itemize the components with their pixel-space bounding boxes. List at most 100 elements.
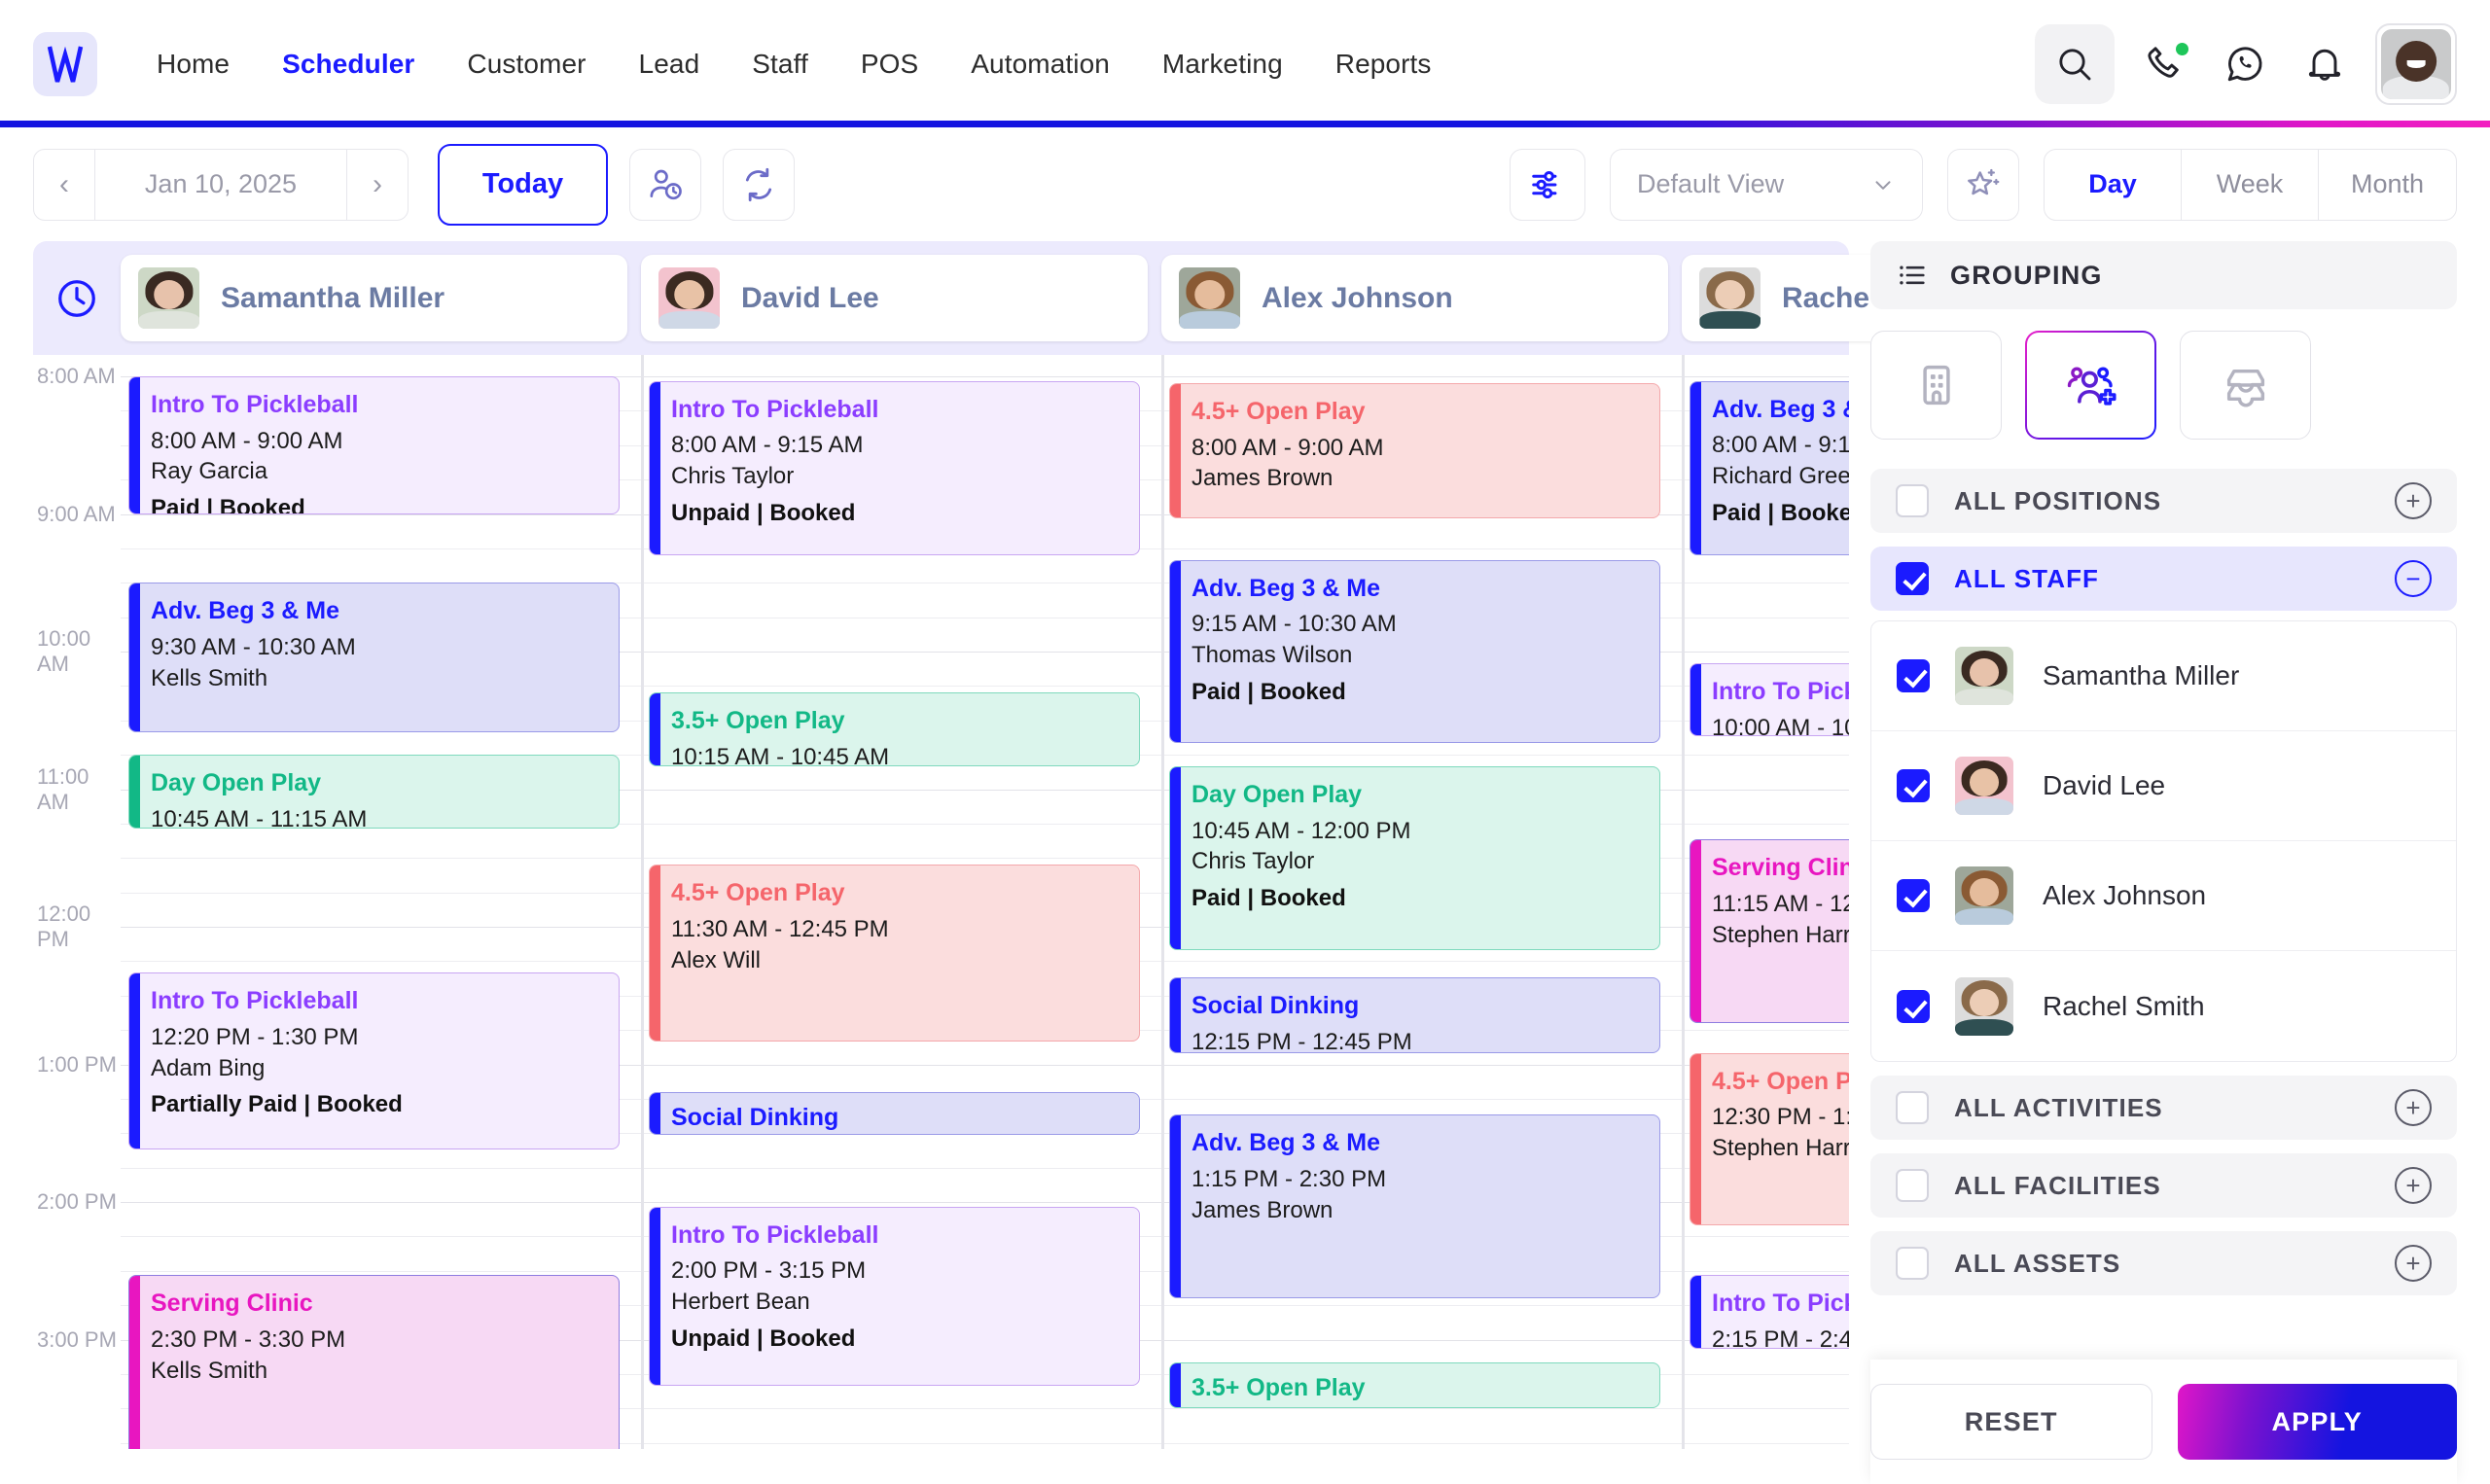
calendar-event[interactable]: 3.5+ Open Play 10:15 AM - 10:45 AM [649,692,1140,766]
calendar-event[interactable]: 4.5+ Open Play 11:30 AM - 12:45 PM Alex Wi… [649,865,1140,1042]
calendar-event[interactable]: Day Open Play 10:45 AM - 11:15 AM [128,755,620,829]
group-expand-toggle[interactable]: + [2395,482,2432,519]
event-title: Day Open Play [151,769,322,797]
nav-link-automation[interactable]: Automation [944,49,1136,80]
grouping-tab-facilities[interactable] [1870,331,2002,440]
calendar-event[interactable]: 4.5+ Open Play 12:30 PM - 1:30 PM Stephen … [1690,1052,1849,1225]
staff-hours-button[interactable] [629,148,701,221]
prev-date-button[interactable]: ‹ [34,150,94,220]
refresh-button[interactable] [723,148,795,221]
time-axis: 8:00 AM 9:00 AM 10:00 AM 11:00 AM 12:00 PM 1:… [33,355,121,1449]
calendar-event[interactable]: Serving Clinic 11:15 AM - 12:15 PM Stephen… [1690,839,1849,1024]
nav-link-lead[interactable]: Lead [613,49,727,80]
sidebar-footer: RESET APPLY [1870,1360,2457,1484]
view-mode-day[interactable]: Day [2045,149,2182,220]
group-checkbox[interactable] [1896,1247,1929,1280]
group-row-all-activities[interactable]: ALL ACTIVITIES + [1870,1076,2457,1140]
staff-column-header[interactable]: Samantha Miller [121,255,627,341]
calendar-event[interactable]: Adv. Beg 3 & Me 9:15 AM - 10:30 AM Thomas … [1169,559,1660,744]
group-row-all-positions[interactable]: ALL POSITIONS + [1870,469,2457,533]
filter-sliders-icon [1532,170,1557,198]
building-icon [1922,365,1950,406]
event-accent-bar [1170,977,1181,1052]
next-date-button[interactable]: › [347,150,408,220]
filter-button[interactable] [1510,148,1585,221]
group-checkbox[interactable] [1896,562,1929,595]
calendar-event[interactable]: 4.5+ Open Play 8:00 AM - 9:00 AM James Bro… [1169,383,1660,519]
notifications-button[interactable] [2295,35,2354,93]
call-button[interactable] [2136,35,2194,93]
calendar-event[interactable]: Adv. Beg 3 & Me 1:15 PM - 2:30 PM James Br… [1169,1114,1660,1299]
staff-column-header[interactable]: Alex Johnson [1161,255,1668,341]
nav-link-home[interactable]: Home [130,49,256,80]
nav-link-reports[interactable]: Reports [1309,49,1458,80]
group-expand-toggle[interactable]: + [2395,1089,2432,1126]
calendar-event[interactable]: Intro To Pickleball 2:15 PM - 2:45 PM [1690,1275,1849,1349]
view-mode-week[interactable]: Week [2182,149,2319,220]
group-checkbox[interactable] [1896,1091,1929,1124]
current-date-label[interactable]: Jan 10, 2025 [94,149,347,220]
calendar-event[interactable]: Intro To Pickleball 8:00 AM - 9:15 AM Chri… [649,380,1140,555]
group-checkbox[interactable] [1896,1169,1929,1202]
calendar-event[interactable]: Day Open Play 10:45 AM - 12:00 PM Chris Ta… [1169,765,1660,950]
grouping-tab-staff[interactable] [2025,331,2156,440]
group-row-all-assets[interactable]: ALL ASSETS + [1870,1231,2457,1295]
users-add-icon [2067,367,2116,406]
calendar-event[interactable]: Intro To Pickleball 8:00 AM - 9:00 AM Ray … [128,376,620,514]
group-expand-toggle[interactable]: + [2395,1167,2432,1204]
calendar-event[interactable]: Intro To Pickleball 10:00 AM - 10:30 AM [1690,662,1849,737]
calendar-event[interactable]: Adv. Beg 3 & Me 8:00 AM - 9:15 AM Richard … [1690,380,1849,555]
staff-list-item[interactable]: Samantha Miller [1871,621,2456,731]
calendar-grid[interactable]: 8:00 AM 9:00 AM 10:00 AM 11:00 AM 12:00 PM 1:… [33,355,1849,1449]
timezone-clock-button[interactable] [33,276,121,321]
event-title: Intro To Pickleball [671,395,879,423]
time-axis-label: 3:00 PM [37,1326,117,1352]
view-mode-month[interactable]: Month [2319,150,2456,220]
group-row-all-facilities[interactable]: ALL FACILITIES + [1870,1153,2457,1218]
user-avatar[interactable] [2375,22,2457,105]
event-time: 9:30 AM - 10:30 AM [151,634,356,660]
staff-list-item[interactable]: Alex Johnson [1871,841,2456,951]
reset-button[interactable]: RESET [1870,1384,2152,1460]
staff-checkbox[interactable] [1897,659,1930,692]
staff-column-header[interactable]: David Lee [641,255,1148,341]
staff-list-item[interactable]: David Lee [1871,731,2456,841]
group-row-all-staff[interactable]: ALL STAFF − [1870,547,2457,611]
event-status: Unpaid | Booked [671,499,856,526]
app-logo[interactable] [33,31,97,96]
calendar-event[interactable]: Social Dinking 12:15 PM - 12:45 PM [1169,976,1660,1053]
nav-link-customer[interactable]: Customer [441,49,612,80]
calendar-event[interactable]: Intro To Pickleball 12:20 PM - 1:30 PM Ada… [128,972,620,1149]
group-expand-toggle[interactable]: − [2395,560,2432,597]
calendar-event[interactable]: Intro To Pickleball 2:00 PM - 3:15 PM Herb… [649,1206,1140,1386]
whatsapp-button[interactable] [2216,35,2274,93]
event-time: 2:30 PM - 3:30 PM [151,1326,346,1354]
search-button[interactable] [2035,23,2115,104]
trays-icon [2226,369,2264,407]
staff-checkbox[interactable] [1897,769,1930,802]
staff-checkbox[interactable] [1897,989,1930,1023]
nav-link-marketing[interactable]: Marketing [1136,49,1309,80]
group-checkbox[interactable] [1896,484,1929,517]
nav-link-scheduler[interactable]: Scheduler [256,49,441,80]
event-time: 8:00 AM - 9:15 AM [1712,432,1849,459]
star-plus-icon [1968,168,2000,194]
grouping-tab-assets[interactable] [2180,331,2311,440]
calendar-event[interactable]: Adv. Beg 3 & Me 9:30 AM - 10:30 AM Kells S… [128,583,620,732]
view-mode-segmented: Day Week Month [2044,148,2457,221]
staff-photo [1179,267,1240,329]
view-select[interactable]: Default View [1610,148,1923,221]
calendar-event[interactable]: 3.5+ Open Play [1169,1362,1660,1409]
group-expand-toggle[interactable]: + [2395,1245,2432,1282]
staff-checkbox[interactable] [1897,879,1930,912]
nav-link-pos[interactable]: POS [835,49,944,80]
staff-list-item[interactable]: Rachel Smith [1871,951,2456,1061]
save-view-button[interactable] [1947,148,2019,221]
nav-link-staff[interactable]: Staff [726,49,835,80]
calendar-event[interactable]: Social Dinking [649,1091,1140,1135]
staff-column-name: Samantha Miller [221,281,445,314]
group-label: ALL STAFF [1954,563,2100,593]
calendar-event[interactable]: Serving Clinic 2:30 PM - 3:30 PM Kells Smi… [128,1275,620,1449]
today-button[interactable]: Today [438,143,608,226]
apply-button[interactable]: APPLY [2177,1384,2457,1460]
